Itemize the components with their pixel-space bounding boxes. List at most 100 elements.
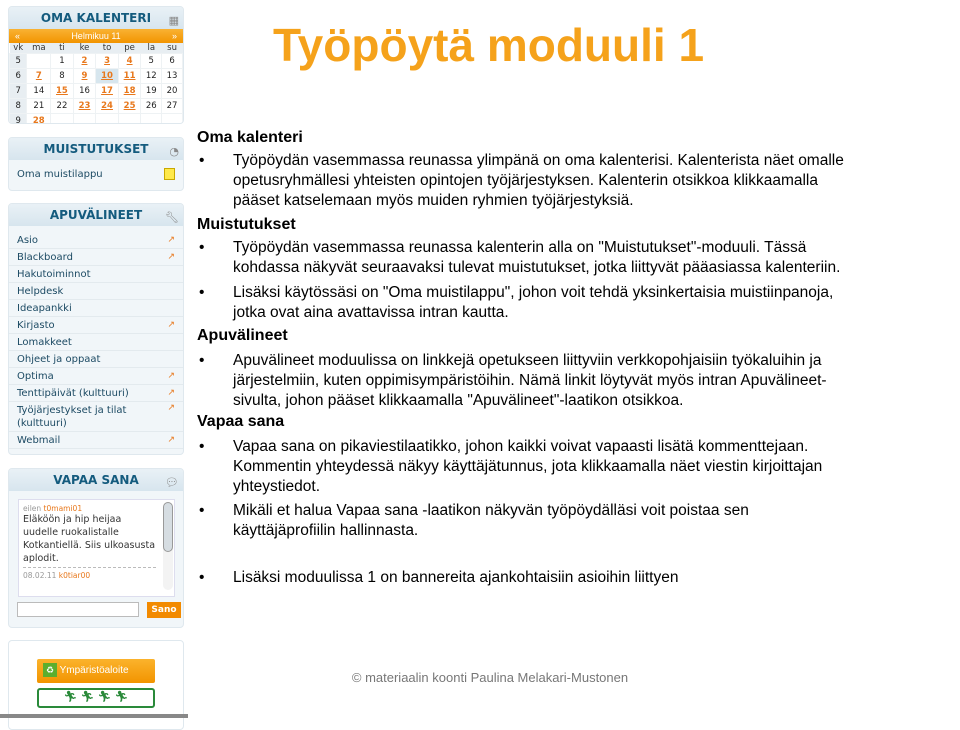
next-month-button[interactable]: » <box>172 29 177 43</box>
heading-reminders: Muistutukset <box>197 216 296 233</box>
calendar-day: 16 <box>72 83 97 99</box>
user-link[interactable]: k0tiar00 <box>59 571 90 580</box>
calendar-day: 13 <box>161 68 183 84</box>
page-title: Työpöytä moduuli 1 <box>273 19 705 71</box>
calendar-day[interactable]: 28 <box>26 113 52 123</box>
calendar-day: 26 <box>140 98 163 114</box>
weekday-header: pe <box>118 43 141 54</box>
tool-link[interactable]: Kirjasto ↗ <box>9 317 183 334</box>
calendar-day[interactable]: 3 <box>95 53 119 69</box>
tool-link[interactable]: Tenttipäivät (kulttuuri) ↗ <box>9 385 183 402</box>
tool-link[interactable]: Ohjeet ja oppaat <box>9 351 183 368</box>
tool-link[interactable]: Webmail ↗ <box>9 432 183 449</box>
calendar-day[interactable]: 10 <box>95 68 119 84</box>
tool-link[interactable]: Helpdesk <box>9 283 183 300</box>
recycle-icon: ♻ <box>43 663 57 678</box>
heading-freeword: Vapaa sana <box>197 413 285 430</box>
calendar-day[interactable]: 2 <box>72 53 97 69</box>
calendar-day[interactable]: 23 <box>72 98 97 114</box>
tools-header[interactable]: APUVÄLINEET 🔧︎ <box>9 204 183 226</box>
calendar-day: 27 <box>161 98 183 114</box>
calendar-day[interactable]: 4 <box>117 53 142 69</box>
sports-banner-icon[interactable]: 🏃︎ 🏃︎ 🏃︎ 🏃︎ <box>37 688 155 708</box>
calendar-day <box>140 113 163 123</box>
weekday-header: ke <box>73 43 96 54</box>
calendar-day: 19 <box>140 83 163 99</box>
week-number: 6 <box>9 68 28 84</box>
wrench-icon: 🔧︎ <box>165 211 179 224</box>
heading-calendar: Oma kalenteri <box>197 129 303 146</box>
environment-initiative-banner[interactable]: ♻ Ympäristöaloite <box>37 659 155 683</box>
calendar-day <box>117 113 142 123</box>
sidebar: OMA KALENTERI ▦ «Helmikuu 11» vk ma ti ke to p… <box>0 0 188 730</box>
calendar-week: 7 14 15 16 17 18 19 20 <box>9 83 183 99</box>
calendar-day <box>95 113 119 123</box>
list-item: • Lisäksi moduulissa 1 on bannereita ajan… <box>199 569 679 586</box>
external-link-icon: ↗ <box>167 320 175 330</box>
calendar-day <box>72 113 97 123</box>
calendar-day: 12 <box>140 68 163 84</box>
tool-link[interactable]: Asio ↗ <box>9 232 183 249</box>
month-bar: «Helmikuu 11» <box>9 29 183 43</box>
calendar-day[interactable]: 24 <box>95 98 119 114</box>
list-item: • Apuvälineet moduulissa on linkkejä opet… <box>199 352 827 409</box>
calendar-day[interactable]: 15 <box>50 83 74 99</box>
calendar-day: 20 <box>161 83 183 99</box>
week-number: 5 <box>9 53 28 69</box>
weekday-header: su <box>161 43 183 54</box>
send-button[interactable]: Sano <box>147 602 181 618</box>
weekday-header: ma <box>26 43 51 54</box>
tools-module: APUVÄLINEET 🔧︎ Asio ↗ Blackboard ↗ Hakutoimin… <box>8 203 184 455</box>
weekday-header: to <box>95 43 119 54</box>
scrollbar[interactable] <box>163 502 173 590</box>
calendar-header[interactable]: OMA KALENTERI ▦ <box>9 7 183 29</box>
freeword-header[interactable]: VAPAA SANA 💬︎ <box>9 469 183 491</box>
calendar-day[interactable]: 25 <box>117 98 142 114</box>
tool-link[interactable]: Hakutoiminnot <box>9 266 183 283</box>
calendar-day <box>161 113 183 123</box>
sticky-note-icon[interactable] <box>164 168 175 180</box>
calendar-week: 9 28 <box>9 113 183 123</box>
external-link-icon: ↗ <box>167 435 175 445</box>
freeword-module: VAPAA SANA 💬︎ eilen t0mami01 Eläköön ja h… <box>8 468 184 628</box>
clock-icon[interactable]: ◔ <box>169 141 179 163</box>
calendar-day[interactable]: 7 <box>26 68 52 84</box>
calendar-grid: vk ma ti ke to pe la su 5 1 2 3 4 5 6 6 7 8 9 10 11 12 13 7 14 15… <box>9 43 183 123</box>
message-input[interactable] <box>17 602 139 617</box>
calendar-day[interactable]: 18 <box>117 83 142 99</box>
week-number: 7 <box>9 83 28 99</box>
tool-link[interactable]: Työjärjestykset ja tilat (kulttuuri) ↗ <box>9 402 183 432</box>
week-number: 9 <box>9 113 28 123</box>
calendar-day: 14 <box>26 83 52 99</box>
tool-link[interactable]: Blackboard ↗ <box>9 249 183 266</box>
calendar-day[interactable]: 9 <box>72 68 97 84</box>
weekday-header: ti <box>50 43 74 54</box>
external-link-icon: ↗ <box>167 388 175 398</box>
calendar-day: 6 <box>161 53 183 69</box>
calendar-day <box>26 53 52 69</box>
external-link-icon: ↗ <box>167 371 175 381</box>
user-link[interactable]: t0mami01 <box>44 504 83 513</box>
calendar-day[interactable]: 17 <box>95 83 119 99</box>
list-item: • Työpöydän vasemmassa reunassa ylimpänä … <box>199 152 844 209</box>
my-note-link[interactable]: Oma muistilappu <box>9 166 183 183</box>
calendar-day: 8 <box>50 68 74 84</box>
external-link-icon: ↗ <box>167 235 175 245</box>
calendar-day[interactable]: 11 <box>117 68 142 84</box>
tool-link[interactable]: Optima ↗ <box>9 368 183 385</box>
list-item: • Vapaa sana on pikaviestilaatikko, johon… <box>199 438 823 495</box>
list-item: • Lisäksi käytössäsi on "Oma muistilappu"… <box>199 284 834 321</box>
calendar-day <box>50 113 74 123</box>
calendar-week: 5123456 <box>9 53 183 69</box>
tool-link[interactable]: Ideapankki <box>9 300 183 317</box>
external-link-icon: ↗ <box>167 252 175 262</box>
list-item: • Työpöydän vasemmassa reunassa kalenteri… <box>199 239 841 276</box>
tool-link[interactable]: Lomakkeet <box>9 334 183 351</box>
prev-month-button[interactable]: « <box>15 29 20 43</box>
calendar-module: OMA KALENTERI ▦ «Helmikuu 11» vk ma ti ke to p… <box>8 6 184 124</box>
weekday-header: vk <box>9 43 27 54</box>
message-list: eilen t0mami01 Eläköön ja hip heijaa uud… <box>18 499 175 597</box>
reminders-header[interactable]: MUISTUTUKSET ◔ <box>9 138 183 160</box>
weekday-header: la <box>140 43 162 54</box>
list-item: • Mikäli et halua Vapaa sana -laatikon nä… <box>199 502 749 539</box>
